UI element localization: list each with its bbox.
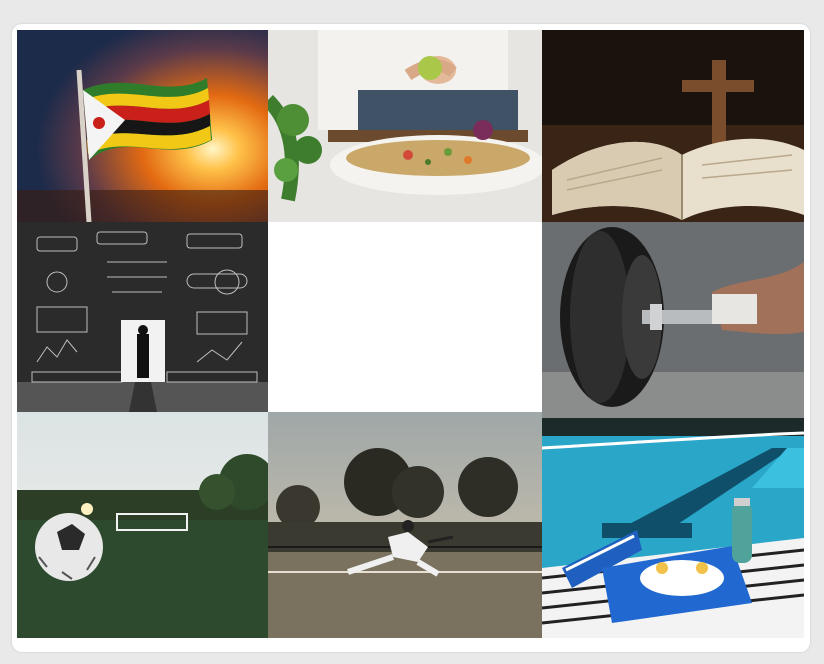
image-swimming-pool[interactable] — [542, 418, 804, 638]
image-cross-bible[interactable] — [542, 30, 804, 222]
image-barbell-grip[interactable] — [542, 222, 804, 418]
image-tennis-player[interactable] — [268, 412, 542, 638]
image-empty-tile — [268, 222, 542, 412]
image-chalkboard-doorway[interactable] — [17, 222, 268, 412]
image-soccer-ball[interactable] — [17, 412, 268, 638]
image-zimbabwe-flag[interactable] — [17, 30, 268, 222]
image-salad-bowl[interactable] — [268, 30, 542, 222]
